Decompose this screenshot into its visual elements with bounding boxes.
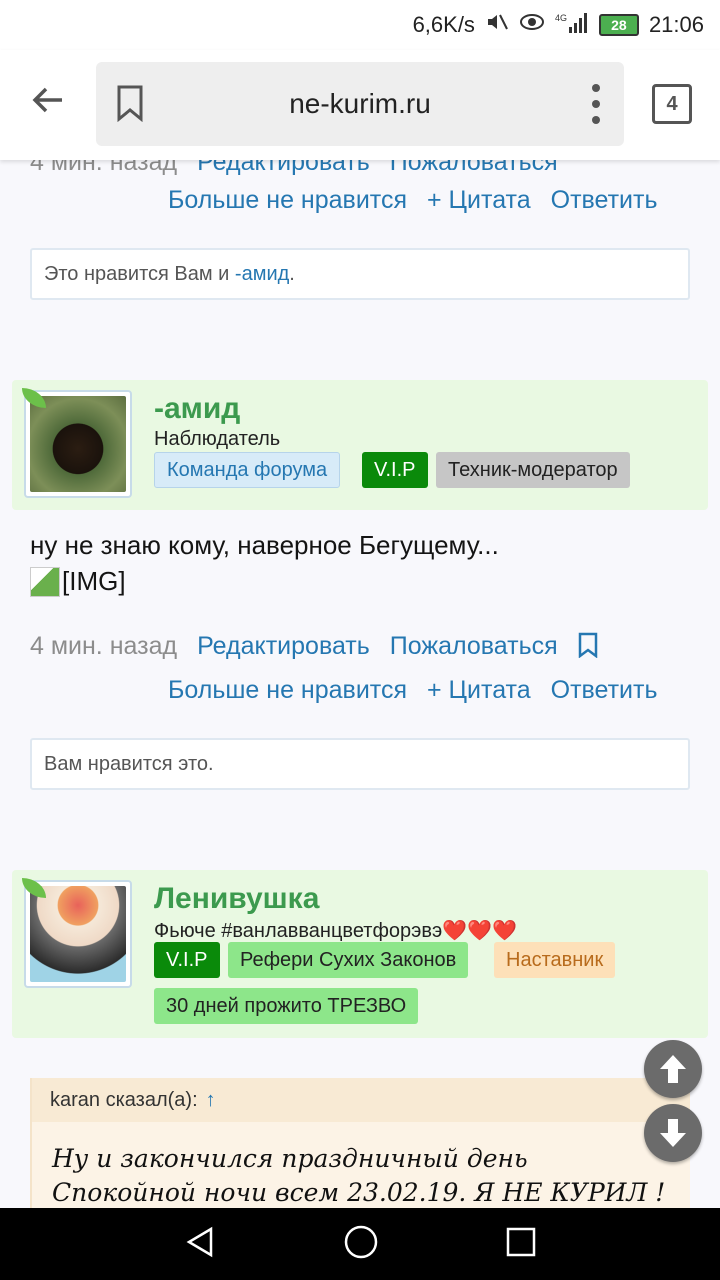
post-actions: Больше не нравится + Цитата Ответить xyxy=(168,676,658,705)
quote-block: karan сказал(а): ↑ Ну и закончился празд… xyxy=(30,1078,690,1208)
badge-referee: Рефери Сухих Законов xyxy=(228,942,469,978)
liker-link[interactable]: -амид xyxy=(235,263,289,286)
quote-author: karan сказал(а): xyxy=(50,1088,198,1111)
quote-text: Ну и закончился праздничный день Спокойн… xyxy=(32,1122,690,1208)
clock: 21:06 xyxy=(648,12,704,37)
badge-vip: V.I.P xyxy=(362,452,428,488)
arrow-down-icon xyxy=(660,1119,686,1147)
edit-link[interactable]: Редактировать xyxy=(197,160,370,177)
nav-home-icon[interactable] xyxy=(343,1224,379,1265)
username[interactable]: -амид xyxy=(154,392,240,426)
report-link[interactable]: Пожаловаться xyxy=(390,160,558,177)
back-button[interactable] xyxy=(28,80,68,120)
scroll-down-button[interactable] xyxy=(644,1104,702,1162)
nav-back-icon[interactable] xyxy=(183,1225,217,1264)
edit-link[interactable]: Редактировать xyxy=(197,632,370,665)
likes-suffix: . xyxy=(289,262,295,285)
signal-icon: 4G xyxy=(555,11,589,39)
forum-thread: 4 мин. назад Редактировать Пожаловаться … xyxy=(0,160,720,1208)
quote-line: Ну и закончился праздничный день xyxy=(52,1144,528,1173)
username[interactable]: Ленивушка xyxy=(154,882,319,916)
quote-link[interactable]: + Цитата xyxy=(427,186,531,215)
tabs-button[interactable]: 4 xyxy=(652,84,692,124)
battery-icon: 28 xyxy=(598,14,639,36)
network-speed: 6,6K/s xyxy=(412,12,475,37)
url-text[interactable]: ne-kurim.ru xyxy=(96,88,624,120)
badge-vip: V.I.P xyxy=(154,942,220,978)
post-time[interactable]: 4 мин. назад xyxy=(30,632,177,665)
arrow-left-icon xyxy=(32,87,62,113)
scroll-up-button[interactable] xyxy=(644,1040,702,1098)
quote-link[interactable]: + Цитата xyxy=(427,676,531,705)
likes-summary: Вам нравится это. xyxy=(30,738,690,790)
eye-icon xyxy=(519,12,545,38)
reply-link[interactable]: Ответить xyxy=(551,186,658,215)
unlike-link[interactable]: Больше не нравится xyxy=(168,676,407,705)
system-nav-bar xyxy=(0,1208,720,1280)
mute-icon xyxy=(485,10,509,40)
post-author-block: Ленивушка Фьюче #ванлавванцветфорэвэ❤️❤️… xyxy=(12,870,708,1038)
image-alt: [IMG] xyxy=(62,566,126,596)
user-title: Наблюдатель xyxy=(154,428,281,450)
network-type: 4G xyxy=(555,13,567,23)
badge-tech-moderator: Техник-модератор xyxy=(436,452,630,488)
quote-header: karan сказал(а): ↑ xyxy=(32,1078,690,1122)
nav-recents-icon[interactable] xyxy=(505,1226,537,1263)
badge-mentor: Наставник xyxy=(494,942,616,978)
broken-image-icon xyxy=(30,566,60,597)
post-actions-top: 4 мин. назад Редактировать Пожаловаться xyxy=(30,632,598,665)
badge-forum-team: Команда форума xyxy=(154,452,341,488)
unlike-link[interactable]: Больше не нравится xyxy=(168,186,407,215)
address-bar[interactable]: ne-kurim.ru xyxy=(96,62,624,146)
arrow-up-icon xyxy=(660,1055,686,1083)
user-title: Фьюче #ванлавванцветфорэвэ❤️❤️❤️ xyxy=(154,920,517,942)
more-menu-icon[interactable] xyxy=(592,84,602,124)
status-bar: 6,6K/s 4G 28 21:06 xyxy=(0,0,720,50)
likes-summary: Это нравится Вам и -амид. xyxy=(30,248,690,300)
reply-link[interactable]: Ответить xyxy=(551,676,658,705)
likes-prefix: Это нравится Вам и xyxy=(44,262,230,285)
post-author-block: -амид Наблюдатель Команда форума V.I.P Т… xyxy=(12,380,708,510)
quote-line: Спокойной ночи всем 23.02.19. Я НЕ КУРИЛ… xyxy=(52,1178,666,1207)
browser-toolbar: ne-kurim.ru 4 xyxy=(0,50,720,160)
report-link[interactable]: Пожаловаться xyxy=(390,632,558,665)
post-body: ну не знаю кому, наверное Бегущему... xyxy=(30,530,499,560)
quote-jump-link[interactable]: ↑ xyxy=(206,1089,216,1112)
broken-image[interactable]: [IMG] xyxy=(30,566,126,597)
post-actions: Больше не нравится + Цитата Ответить xyxy=(168,186,658,215)
post-time[interactable]: 4 мин. назад xyxy=(30,160,177,177)
post-actions-top: 4 мин. назад Редактировать Пожаловаться xyxy=(30,160,558,177)
badge-sober-30: 30 дней прожито ТРЕЗВО xyxy=(154,988,419,1024)
bookmark-post-icon[interactable] xyxy=(578,632,598,665)
